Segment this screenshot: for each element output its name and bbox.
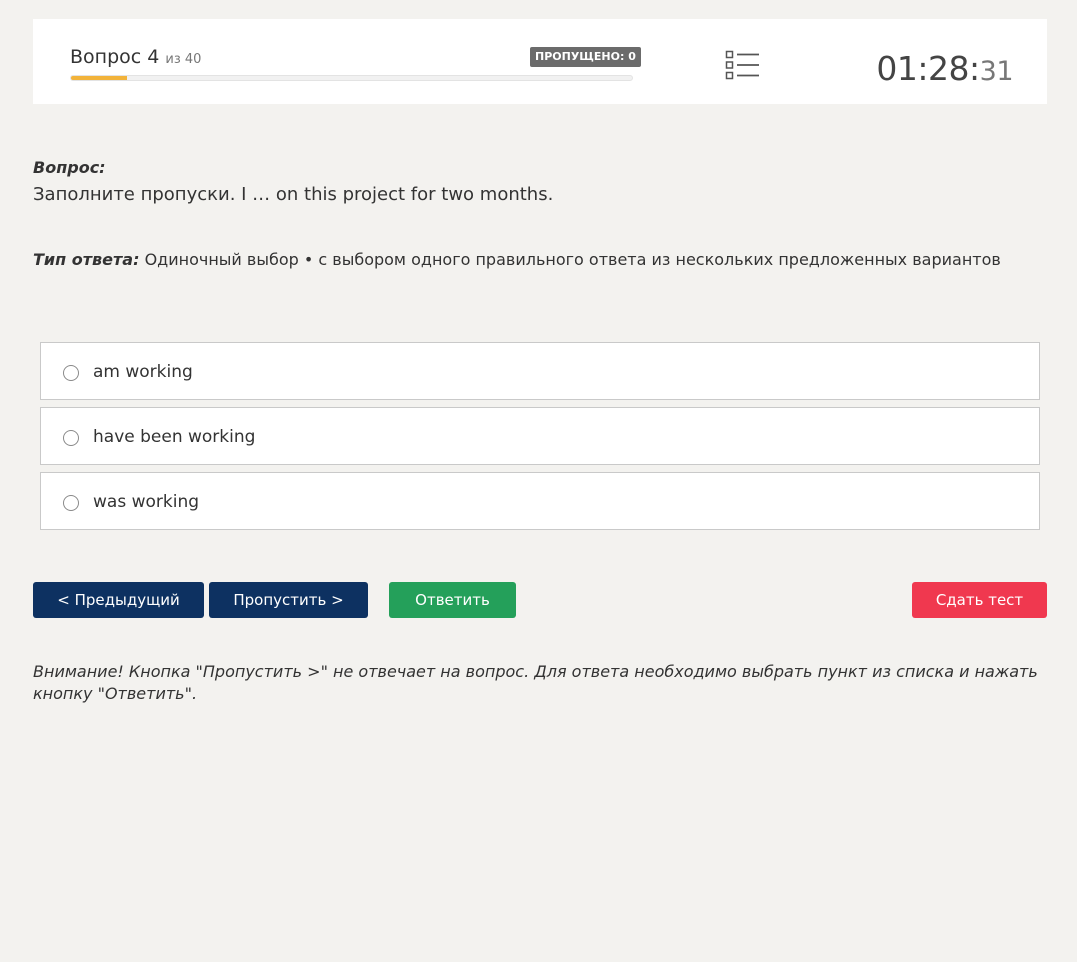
answer-option-label: am working (93, 362, 193, 382)
skip-button[interactable]: Пропустить > (209, 582, 368, 618)
progress-fill (71, 76, 128, 80)
radio-button[interactable] (63, 365, 79, 381)
answer-button[interactable]: Ответить (389, 582, 516, 618)
question-label: Вопрос: (33, 158, 106, 177)
answer-option-label: was working (93, 492, 200, 512)
progress-bar (70, 75, 633, 81)
answer-option[interactable]: am working (40, 342, 1040, 400)
answer-options: am working have been working was working (40, 342, 1040, 537)
skipped-badge: ПРОПУЩЕНО: 0 (530, 47, 641, 67)
timer-seconds: 31 (979, 56, 1014, 87)
answer-option-label: have been working (93, 427, 256, 447)
previous-button[interactable]: < Предыдущий (33, 582, 204, 618)
answer-option[interactable]: have been working (40, 407, 1040, 465)
answer-option[interactable]: was working (40, 472, 1040, 530)
notice-text: Внимание! Кнопка "Пропустить >" не отвеч… (33, 662, 1038, 703)
question-counter: Вопрос 4 из 40 (70, 46, 201, 68)
question-list-button[interactable] (725, 49, 761, 81)
question-block: Вопрос: Заполните пропуски. I … on this … (33, 158, 1047, 207)
question-number: Вопрос 4 (70, 46, 160, 68)
question-text: Заполните пропуски. I … on this project … (33, 184, 554, 205)
timer: 01:28:31 (876, 49, 1013, 88)
answer-type-value: Одиночный выбор • с выбором одного прави… (144, 250, 1001, 269)
list-icon (725, 50, 759, 80)
timer-main: 01:28: (876, 49, 980, 88)
submit-test-button[interactable]: Сдать тест (912, 582, 1047, 618)
radio-button[interactable] (63, 430, 79, 446)
answer-type-label: Тип ответа: (33, 250, 140, 269)
answer-type: Тип ответа: Одиночный выбор • с выбором … (33, 250, 1047, 270)
question-total: из 40 (165, 52, 202, 67)
test-header: Вопрос 4 из 40 ПРОПУЩЕНО: 0 01:28:31 (33, 19, 1047, 104)
radio-button[interactable] (63, 495, 79, 511)
